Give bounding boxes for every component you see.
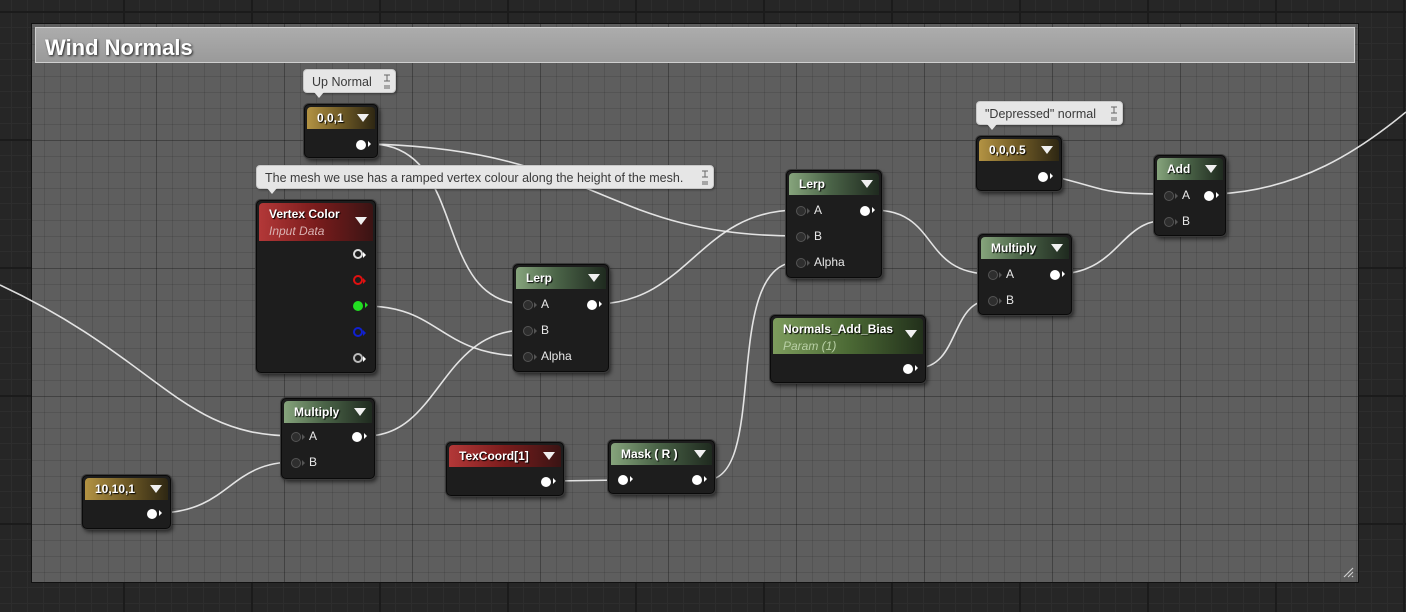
bubble-depressed-normal: "Depressed" normal (976, 101, 1123, 130)
output-pin[interactable] (356, 140, 371, 150)
node-lerp-1[interactable]: Lerp A B Alpha (513, 264, 609, 372)
output-pin[interactable] (352, 432, 367, 442)
input-pin-alpha[interactable] (523, 352, 537, 362)
output-pin-r[interactable] (353, 275, 366, 285)
node-subtitle: Input Data (269, 224, 325, 238)
pin-label-b: B (541, 323, 550, 337)
input-pin-a[interactable] (523, 300, 537, 310)
pin-label-b: B (309, 455, 318, 469)
input-pin-a[interactable] (988, 270, 1002, 280)
input-pin-b[interactable] (1164, 217, 1178, 227)
node-multiply-2[interactable]: Multiply A B (978, 234, 1072, 315)
node-constant-up-normal[interactable]: 0,0,1 (304, 104, 378, 158)
node-title: Multiply (294, 405, 340, 419)
output-pin-rgb[interactable] (353, 249, 366, 259)
output-pin[interactable] (860, 206, 875, 216)
node-subtitle: Param (1) (783, 339, 837, 353)
output-pin[interactable] (1050, 270, 1065, 280)
bubble-mesh-note: The mesh we use has a ramped vertex colo… (256, 165, 714, 194)
input-pin-alpha[interactable] (796, 258, 810, 268)
output-pin[interactable] (692, 475, 707, 485)
chevron-down-icon[interactable] (905, 330, 917, 338)
input-pin-b[interactable] (291, 458, 305, 468)
pin-label-b: B (1006, 293, 1015, 307)
node-title: Lerp (799, 177, 826, 191)
node-title: 0,0,0.5 (989, 143, 1026, 157)
node-multiply-1[interactable]: Multiply A B (281, 398, 375, 479)
node-title: Normals_Add_Bias (783, 322, 894, 336)
comment-box-wind-normals[interactable]: Wind Normals (31, 23, 1359, 583)
bubble-up-normal: Up Normal (303, 69, 396, 98)
chevron-down-icon[interactable] (694, 450, 706, 458)
chevron-down-icon[interactable] (354, 408, 366, 416)
node-title: Add (1167, 162, 1191, 176)
bubble-up-normal-text: Up Normal (312, 75, 372, 89)
pin-label-alpha: Alpha (541, 349, 572, 363)
node-title: Multiply (991, 241, 1037, 255)
output-pin-a[interactable] (353, 353, 366, 363)
comment-title: Wind Normals (45, 35, 193, 60)
pin-label-a: A (1006, 267, 1015, 281)
node-constant-scale[interactable]: 10,10,1 (82, 475, 171, 529)
input-pin[interactable] (618, 475, 633, 485)
bubble-pin-icon[interactable] (701, 169, 709, 186)
bubble-mesh-note-text: The mesh we use has a ramped vertex colo… (265, 171, 684, 185)
input-pin-a[interactable] (796, 206, 810, 216)
chevron-down-icon[interactable] (355, 217, 367, 225)
pin-label-a: A (309, 429, 318, 443)
resize-grip-icon[interactable] (1342, 566, 1354, 578)
node-normals-add-bias-param[interactable]: Normals_Add_Bias Param (1) (770, 315, 926, 383)
node-title: 10,10,1 (95, 482, 136, 496)
comment-header[interactable]: Wind Normals (35, 27, 1355, 63)
chevron-down-icon[interactable] (543, 452, 555, 460)
output-pin[interactable] (903, 364, 918, 374)
node-title: TexCoord[1] (459, 449, 529, 463)
node-title: Vertex Color (269, 207, 340, 221)
node-title: Lerp (526, 271, 553, 285)
bubble-depressed-text: "Depressed" normal (985, 107, 1097, 121)
chevron-down-icon[interactable] (1205, 165, 1217, 173)
output-pin-g[interactable] (353, 301, 368, 311)
output-pin[interactable] (587, 300, 602, 310)
chevron-down-icon[interactable] (861, 180, 873, 188)
output-pin[interactable] (541, 477, 556, 487)
node-add[interactable]: Add A B (1154, 155, 1226, 236)
output-pin[interactable] (1038, 172, 1053, 182)
pin-label-alpha: Alpha (814, 255, 845, 269)
bubble-pin-icon[interactable] (1110, 105, 1118, 122)
chevron-down-icon[interactable] (150, 485, 162, 493)
node-constant-depressed[interactable]: 0,0,0.5 (976, 136, 1062, 191)
pin-label-b: B (814, 229, 823, 243)
chevron-down-icon[interactable] (1051, 244, 1063, 252)
output-pin[interactable] (147, 509, 162, 519)
input-pin-a[interactable] (291, 432, 305, 442)
chevron-down-icon[interactable] (357, 114, 369, 122)
chevron-down-icon[interactable] (1041, 146, 1053, 154)
bubble-pin-icon[interactable] (383, 73, 391, 90)
pin-label-a: A (814, 203, 823, 217)
input-pin-b[interactable] (988, 296, 1002, 306)
input-pin-b[interactable] (796, 232, 810, 242)
node-lerp-2[interactable]: Lerp A B Alpha (786, 170, 882, 278)
node-texcoord[interactable]: TexCoord[1] (446, 442, 564, 496)
input-pin-a[interactable] (1164, 191, 1178, 201)
pin-label-b: B (1182, 214, 1191, 228)
node-title: 0,0,1 (317, 111, 344, 125)
pin-label-a: A (541, 297, 550, 311)
node-title: Mask ( R ) (621, 447, 678, 461)
input-pin-b[interactable] (523, 326, 537, 336)
output-pin-b[interactable] (353, 327, 366, 337)
node-mask-r[interactable]: Mask ( R ) (608, 440, 715, 494)
node-vertex-color[interactable]: Vertex Color Input Data (256, 200, 376, 373)
pin-label-a: A (1182, 188, 1191, 202)
chevron-down-icon[interactable] (588, 274, 600, 282)
output-pin[interactable] (1204, 191, 1219, 201)
